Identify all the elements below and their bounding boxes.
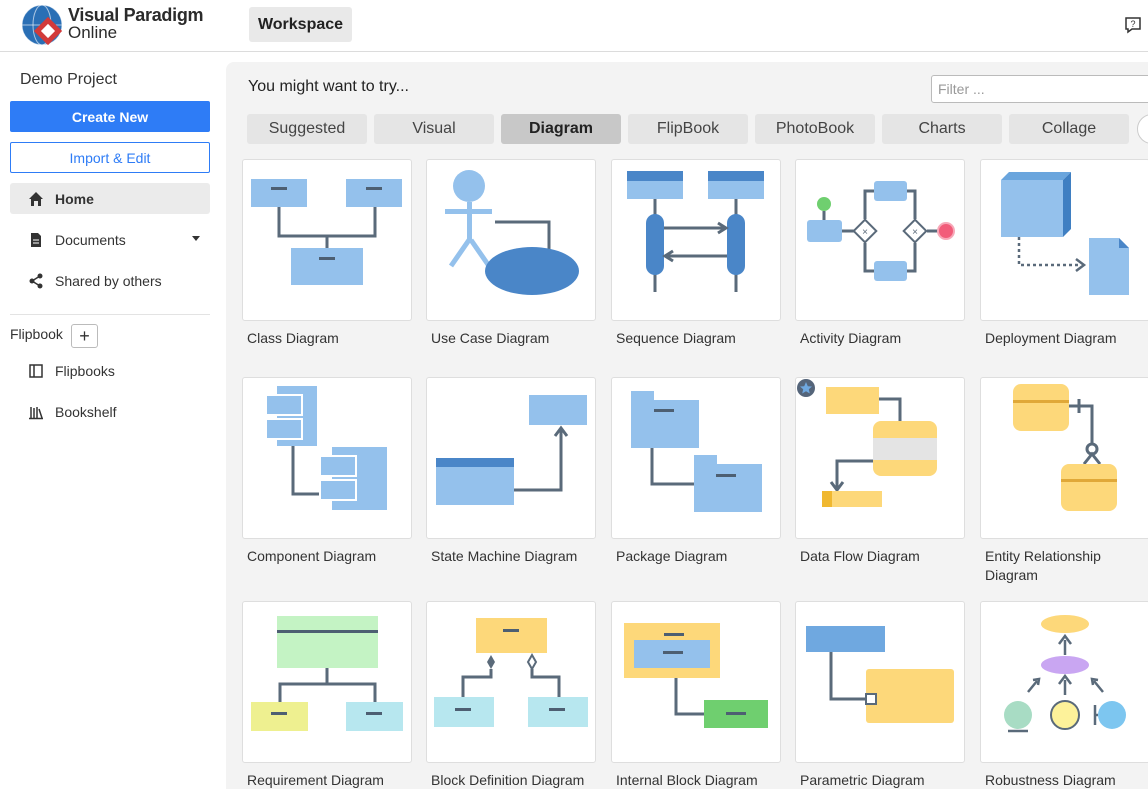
diagram-card-use-case[interactable] [426,159,596,321]
card-label-requirement[interactable]: Requirement Diagram [247,771,427,789]
diagram-card-sequence[interactable] [611,159,781,321]
entity-relationship-diagram-icon [1013,384,1117,511]
robustness-diagram-icon [1004,615,1126,733]
package-diagram-icon [631,391,762,512]
tab-collage[interactable]: Collage [1009,114,1129,144]
tab-flipbook[interactable]: FlipBook [628,114,748,144]
data-flow-diagram-icon [822,387,937,507]
top-header: Visual Paradigm Online Workspace ? [0,0,1148,52]
import-edit-button[interactable]: Import & Edit [10,142,210,173]
svg-text:?: ? [1130,19,1135,29]
brand-line-2: Online [68,23,118,42]
sidebar-item-label: Bookshelf [55,403,117,420]
visual-paradigm-logo[interactable] [20,3,64,47]
workspace-button[interactable]: Workspace [249,7,352,42]
brand-name: Visual Paradigm Online [68,5,204,42]
share-icon [29,273,43,288]
sidebar: Demo Project Create New Import & Edit Ho… [0,52,226,789]
diagram-card-package[interactable] [611,377,781,539]
diagram-card-component[interactable] [242,377,412,539]
sidebar-item-label: Home [55,190,94,207]
diagram-card-state-machine[interactable] [426,377,596,539]
brand-line-1: Visual Paradigm [68,5,204,25]
sidebar-item-label: Flipbooks [55,362,115,379]
parametric-diagram-icon [806,626,954,723]
main-panel: You might want to try... Suggested Visua… [226,62,1148,789]
project-name[interactable]: Demo Project [20,71,117,89]
diagram-card-entity-relationship[interactable] [980,377,1148,539]
card-label-use-case[interactable]: Use Case Diagram [431,329,611,348]
diagram-card-robustness[interactable] [980,601,1148,763]
tab-diagram[interactable]: Diagram [501,114,621,144]
class-diagram-icon [251,179,402,285]
card-label-state-machine[interactable]: State Machine Diagram [431,547,611,566]
filter-input[interactable] [931,75,1148,103]
state-machine-diagram-icon [436,395,587,505]
flipbook-icon [29,363,43,378]
card-label-block-definition[interactable]: Block Definition Diagram [431,771,611,789]
sidebar-item-bookshelf[interactable]: Bookshelf [10,396,210,427]
card-label-deployment[interactable]: Deployment Diagram [985,329,1148,348]
card-label-entity-relationship[interactable]: Entity Relationship Diagram [985,547,1145,585]
sidebar-item-label: Shared by others [55,272,162,289]
home-icon [29,191,43,206]
card-label-data-flow[interactable]: Data Flow Diagram [800,547,980,566]
tab-charts[interactable]: Charts [882,114,1002,144]
svg-text:×: × [862,227,868,238]
document-icon [31,232,41,247]
use-case-diagram-icon [445,170,579,295]
tab-photobook[interactable]: PhotoBook [755,114,875,144]
sidebar-item-home[interactable]: Home [10,183,210,214]
card-label-component[interactable]: Component Diagram [247,547,427,566]
card-label-sequence[interactable]: Sequence Diagram [616,329,796,348]
tab-suggested[interactable]: Suggested [247,114,367,144]
sequence-diagram-icon [627,171,764,292]
diagram-card-internal-block[interactable] [611,601,781,763]
help-chat-icon[interactable]: ? [1124,16,1142,34]
tab-visual[interactable]: Visual [374,114,494,144]
requirement-diagram-icon [251,616,403,731]
card-label-internal-block[interactable]: Internal Block Diagram [616,771,796,789]
flipbook-section-label: Flipbook [10,326,63,342]
card-label-parametric[interactable]: Parametric Diagram [800,771,980,789]
component-diagram-icon [265,386,387,510]
sidebar-item-label: Documents [55,231,126,248]
internal-block-diagram-icon [624,623,768,728]
suggestions-heading: You might want to try... [248,78,409,95]
activity-diagram-icon: × × [807,181,955,281]
diagram-card-activity[interactable]: × × [795,159,965,321]
deployment-diagram-icon [1001,172,1129,295]
chevron-down-icon[interactable] [192,236,200,241]
sidebar-divider [10,314,210,315]
diagram-card-requirement[interactable] [242,601,412,763]
card-label-package[interactable]: Package Diagram [616,547,796,566]
diagram-card-deployment[interactable] [980,159,1148,321]
bookshelf-icon [29,406,43,419]
star-icon[interactable] [796,378,816,398]
create-new-button[interactable]: Create New [10,101,210,132]
diagram-card-data-flow[interactable] [795,377,965,539]
sidebar-item-flipbooks[interactable]: Flipbooks [10,355,210,386]
category-tabs: Suggested Visual Diagram FlipBook PhotoB… [247,114,1148,144]
diagram-card-parametric[interactable] [795,601,965,763]
block-definition-diagram-icon [434,618,588,727]
tabs-scroll-right-button[interactable] [1137,114,1148,144]
sidebar-item-shared[interactable]: Shared by others [10,265,210,296]
card-label-activity[interactable]: Activity Diagram [800,329,980,348]
card-label-class[interactable]: Class Diagram [247,329,427,348]
card-label-robustness[interactable]: Robustness Diagram [985,771,1148,789]
svg-text:×: × [912,227,918,238]
sidebar-item-documents[interactable]: Documents [10,224,210,255]
add-flipbook-button[interactable]: + [71,324,98,348]
diagram-card-class[interactable] [242,159,412,321]
diagram-card-block-definition[interactable] [426,601,596,763]
